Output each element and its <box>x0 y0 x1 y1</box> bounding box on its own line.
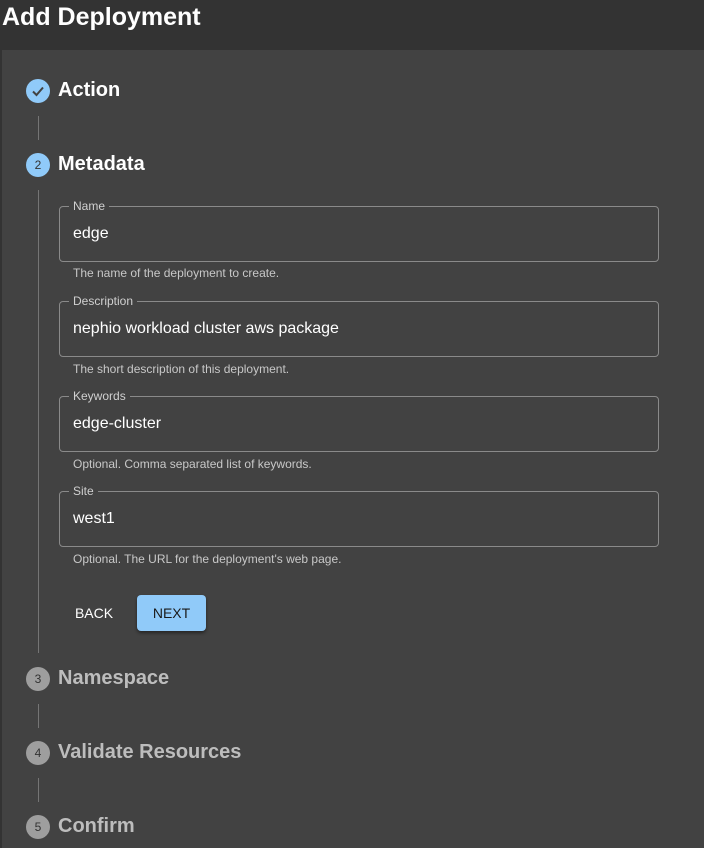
step-connector <box>38 778 39 802</box>
step-metadata-label[interactable]: Metadata <box>58 152 145 176</box>
app-header: Add Deployment <box>0 0 704 50</box>
site-input[interactable]: west1 <box>73 509 643 529</box>
name-helper-text: The name of the deployment to create. <box>73 266 280 280</box>
step-connector <box>38 704 39 728</box>
step-action-label[interactable]: Action <box>58 78 120 102</box>
step-3-circle: 3 <box>26 667 50 691</box>
keywords-input[interactable]: edge-cluster <box>73 414 643 434</box>
step-content-connector <box>38 190 39 653</box>
step-2-circle: 2 <box>26 153 50 177</box>
keywords-helper-text: Optional. Comma separated list of keywor… <box>73 457 312 471</box>
step-connector <box>38 116 39 140</box>
page-title: Add Deployment <box>2 3 201 31</box>
step-4-circle: 4 <box>26 741 50 765</box>
description-input[interactable]: nephio workload cluster aws package <box>73 319 643 339</box>
step-confirm-label[interactable]: Confirm <box>58 814 135 838</box>
step-namespace-label[interactable]: Namespace <box>58 666 169 690</box>
keywords-field[interactable]: Keywords edge-cluster <box>59 389 659 452</box>
name-field-label: Name <box>69 199 110 213</box>
description-field[interactable]: Description nephio workload cluster aws … <box>59 294 659 357</box>
site-field-label: Site <box>69 484 98 498</box>
description-helper-text: The short description of this deployment… <box>73 362 290 376</box>
step-1-completed-circle <box>26 79 50 103</box>
check-icon <box>32 86 44 97</box>
name-field[interactable]: Name edge <box>59 199 659 262</box>
step-validate-resources-label[interactable]: Validate Resources <box>58 740 241 764</box>
site-helper-text: Optional. The URL for the deployment's w… <box>73 552 342 566</box>
name-input[interactable]: edge <box>73 224 643 244</box>
next-button[interactable]: NEXT <box>137 595 206 631</box>
step-5-circle: 5 <box>26 815 50 839</box>
description-field-label: Description <box>69 294 138 308</box>
back-button[interactable]: BACK <box>60 595 128 631</box>
keywords-field-label: Keywords <box>69 389 130 403</box>
stepper-panel: Action 2 Metadata Name edge The name of … <box>2 50 704 848</box>
site-field[interactable]: Site west1 <box>59 484 659 547</box>
